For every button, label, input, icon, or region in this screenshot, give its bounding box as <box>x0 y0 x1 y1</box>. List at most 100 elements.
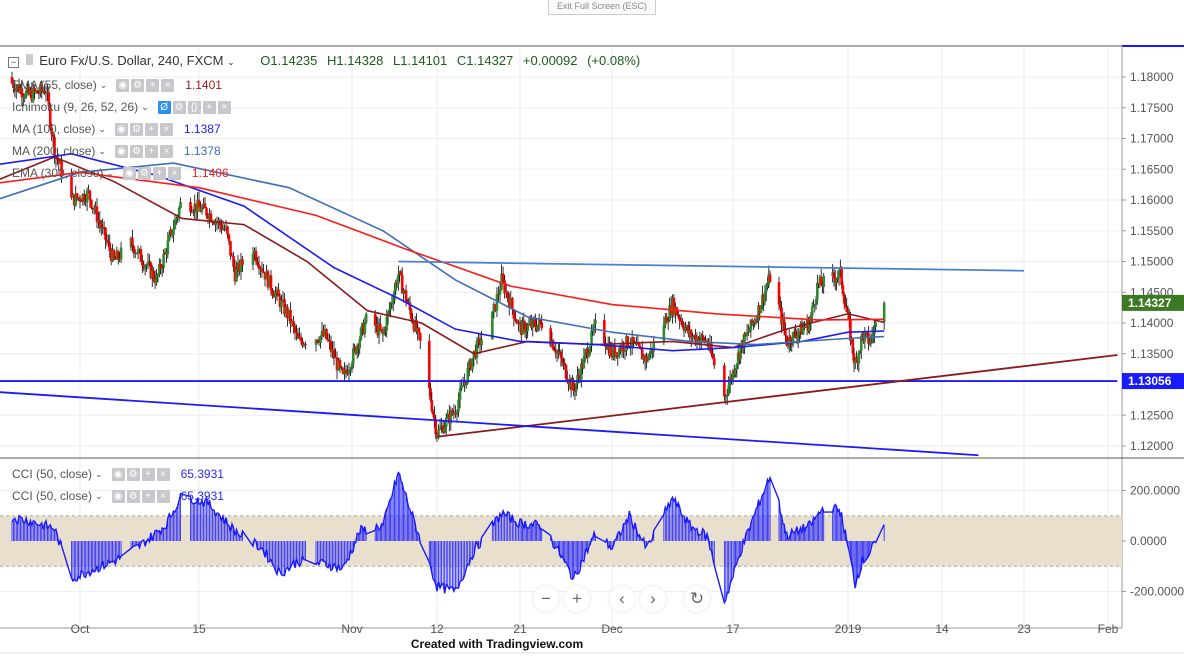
settings-icon[interactable]: ⚙ <box>129 144 143 158</box>
price-tick-label: 1.12500 <box>1130 408 1174 422</box>
candle-body <box>226 226 229 235</box>
indicator-value: 65.3931 <box>180 489 224 503</box>
chevron-down-icon[interactable]: ⌄ <box>98 146 106 157</box>
visibility-icon[interactable]: ◉ <box>111 467 125 481</box>
candle-body <box>166 240 170 255</box>
candle <box>239 252 243 280</box>
chevron-down-icon[interactable]: ⌄ <box>95 469 103 480</box>
cci-legend-1-legend[interactable]: CCI (50, close) ⌄ ◉ ⚙ + × 65.3931 <box>12 489 224 503</box>
scroll-right-button[interactable]: › <box>640 586 666 612</box>
candle-body <box>203 203 207 209</box>
visibility-icon[interactable]: ◉ <box>114 122 128 136</box>
add-icon[interactable]: + <box>146 78 160 92</box>
indicator-label[interactable]: Ichimoku (9, 26, 52, 26) <box>12 100 138 114</box>
candle-body <box>256 261 259 265</box>
scroll-left-button[interactable]: ‹ <box>609 586 635 612</box>
candle <box>289 302 292 333</box>
candle <box>702 336 706 345</box>
settings-icon[interactable]: ⚙ <box>129 122 143 136</box>
remove-icon[interactable]: × <box>156 467 170 481</box>
zoom-out-button[interactable]: − <box>533 586 559 612</box>
time-tick-label: Oct <box>71 622 90 636</box>
add-icon[interactable]: + <box>144 144 158 158</box>
candle-body <box>200 207 204 212</box>
visibility-icon[interactable]: ◉ <box>111 489 125 503</box>
chevron-down-icon[interactable]: ⌄ <box>106 168 114 179</box>
visibility-icon[interactable]: ◉ <box>122 166 136 180</box>
remove-icon[interactable]: × <box>159 122 173 136</box>
indicator-label[interactable]: CCI (50, close) <box>12 489 92 503</box>
candle-body <box>623 350 627 352</box>
candle <box>613 338 617 362</box>
source-code-icon[interactable]: {} <box>187 100 201 114</box>
candle-body <box>498 289 502 295</box>
visibility-icon[interactable]: Ø <box>157 100 171 114</box>
remove-icon[interactable]: × <box>156 489 170 503</box>
indicator-label[interactable]: EMA (55, close) <box>12 78 97 92</box>
chevron-down-icon[interactable]: ⌄ <box>100 80 108 91</box>
remove-icon[interactable]: × <box>161 78 175 92</box>
exit-fullscreen-button[interactable]: Exit Full Screen (ESC) <box>548 0 656 15</box>
candle-body <box>241 259 244 265</box>
time-tick-label: 21 <box>513 622 527 636</box>
settings-icon[interactable]: ⚙ <box>126 489 140 503</box>
settings-icon[interactable]: ⚙ <box>131 78 145 92</box>
indicator-label[interactable]: EMA (300, close) <box>12 166 103 180</box>
indicator-label[interactable]: MA (100, close) <box>12 122 95 136</box>
settings-icon[interactable]: ⚙ <box>172 100 186 114</box>
candle <box>689 328 693 348</box>
chevron-down-icon[interactable]: ⌄ <box>95 491 103 502</box>
candle-body <box>727 385 730 395</box>
price-tick-label: 1.16000 <box>1130 193 1174 207</box>
candle-body <box>269 275 273 291</box>
indicator-3-legend[interactable]: MA (200, close) ⌄ ◉ ⚙ + × 1.1378 <box>12 144 221 158</box>
candle-body <box>131 237 134 247</box>
indicator-2-legend[interactable]: MA (100, close) ⌄ ◉ ⚙ + × 1.1387 <box>12 122 221 136</box>
remove-icon[interactable]: × <box>167 166 181 180</box>
remove-icon[interactable]: × <box>159 144 173 158</box>
indicator-label[interactable]: MA (200, close) <box>12 144 95 158</box>
candle-body <box>292 321 295 327</box>
candle <box>197 191 201 208</box>
time-tick-label: 14 <box>935 622 949 636</box>
cci-legend-0-legend[interactable]: CCI (50, close) ⌄ ◉ ⚙ + × 65.3931 <box>12 467 224 481</box>
chevron-down-icon[interactable]: ⌄ <box>98 124 106 135</box>
reset-chart-button[interactable]: ↻ <box>684 586 710 612</box>
zoom-in-button[interactable]: + <box>564 586 590 612</box>
add-icon[interactable]: + <box>202 100 216 114</box>
indicator-1-legend[interactable]: Ichimoku (9, 26, 52, 26) ⌄ Ø ⚙{} + × <box>12 100 242 114</box>
indicator-label[interactable]: CCI (50, close) <box>12 467 92 481</box>
candle-body <box>681 321 684 327</box>
settings-icon[interactable]: ⚙ <box>137 166 151 180</box>
add-icon[interactable]: + <box>152 166 166 180</box>
candle-body <box>82 193 86 202</box>
visibility-icon[interactable]: ◉ <box>114 144 128 158</box>
candle <box>364 312 368 325</box>
candle <box>540 314 544 331</box>
visibility-icon[interactable]: ◉ <box>116 78 130 92</box>
candle <box>214 218 217 232</box>
candle <box>347 362 351 381</box>
candle-body <box>648 353 651 360</box>
remove-icon[interactable]: × <box>217 100 231 114</box>
add-icon[interactable]: + <box>141 489 155 503</box>
candle-body <box>418 333 422 341</box>
symbol-title[interactable]: Euro Fx/U.S. Dollar, 240, FXCM <box>39 53 223 68</box>
candle <box>173 215 177 230</box>
candle-body <box>295 332 298 334</box>
settings-icon[interactable]: ⚙ <box>126 467 140 481</box>
add-icon[interactable]: + <box>141 467 155 481</box>
candle-body <box>105 239 109 242</box>
collapse-icon[interactable]: − <box>8 57 19 68</box>
indicator-value: 65.3931 <box>180 467 224 481</box>
candle-body <box>271 290 274 295</box>
price-tick-label: 1.13500 <box>1130 347 1174 361</box>
chevron-down-icon[interactable]: ⌄ <box>227 57 235 67</box>
candle-body <box>85 190 89 203</box>
indicator-0-legend[interactable]: EMA (55, close) ⌄ ◉ ⚙ + × 1.1401 <box>12 78 222 92</box>
time-tick-label: 12 <box>430 622 444 636</box>
cci-tick-label: 200.0000 <box>1130 484 1180 498</box>
indicator-4-legend[interactable]: EMA (300, close) ⌄ ◉ ⚙ + × 1.1406 <box>12 166 229 180</box>
add-icon[interactable]: + <box>144 122 158 136</box>
chevron-down-icon[interactable]: ⌄ <box>141 102 149 113</box>
